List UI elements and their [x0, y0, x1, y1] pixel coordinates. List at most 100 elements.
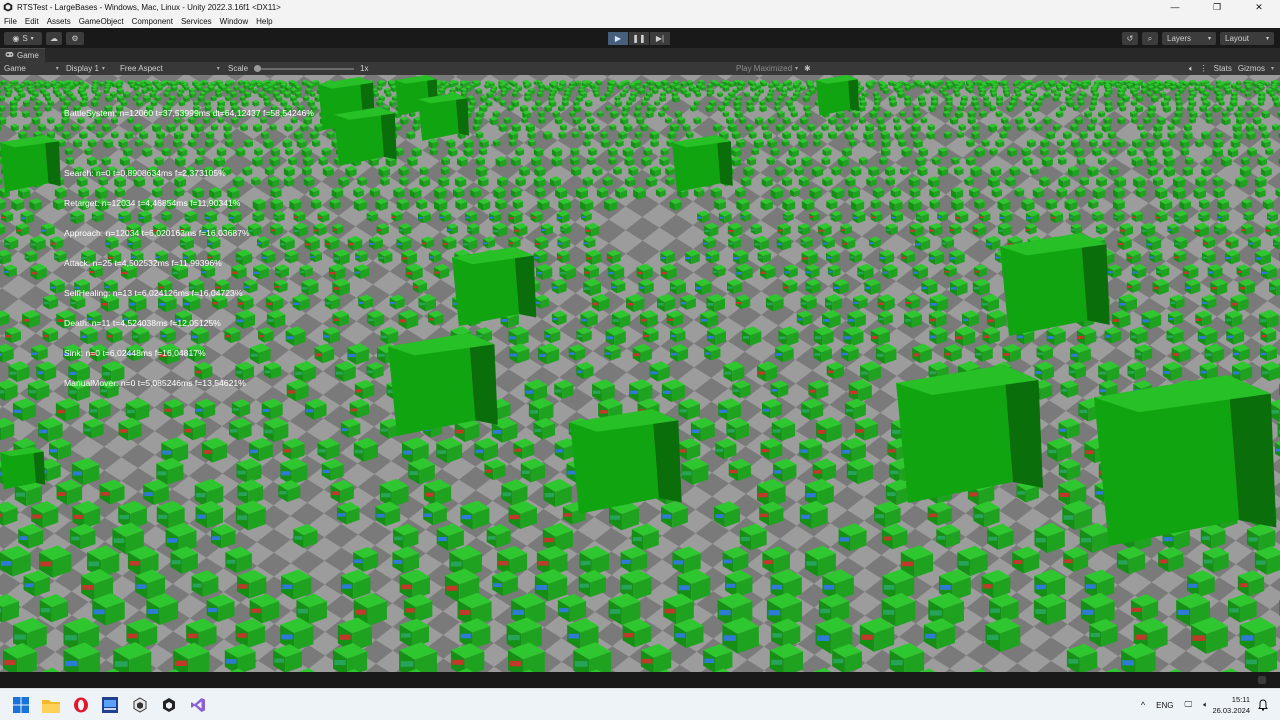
stat-attack: Attack: n=25 t=4,502532ms f=11,99396%: [64, 258, 222, 268]
account-icon: ◉: [12, 34, 20, 43]
language-indicator[interactable]: ENG: [1156, 701, 1173, 710]
chevron-down-icon: ▾: [101, 66, 105, 72]
system-tray: ^ ENG 🖵︎ 🔈︎: [1141, 689, 1208, 720]
view-mode-label: Game: [4, 64, 26, 73]
menu-component[interactable]: Component: [132, 17, 173, 26]
windows-start-icon[interactable]: [12, 696, 30, 714]
play-icon: ▶: [614, 34, 622, 43]
search-button[interactable]: ⌕: [1142, 32, 1158, 45]
window-title: RTSTest - LargeBases - Windows, Mac, Lin…: [17, 2, 281, 12]
taskbar: ^ ENG 🖵︎ 🔈︎ 15:11 26.03.2024: [0, 688, 1280, 720]
stat-battle-system: BattleSystem: n=12060 t=37,53999ms dt=64…: [64, 108, 314, 118]
status-indicator-icon: [1258, 676, 1266, 684]
close-button[interactable]: ✕: [1238, 0, 1280, 14]
status-bar: [0, 672, 1280, 688]
stat-search: Search: n=0 t=0,8908634ms f=2,373105%: [64, 168, 226, 178]
mute-audio-icon[interactable]: 🔈︎: [1189, 64, 1194, 74]
stats-overlay: BattleSystem: n=12060 t=37,53999ms dt=64…: [0, 75, 1280, 672]
display-dropdown[interactable]: Display 1 ▾: [66, 64, 105, 73]
tab-game-label: Game: [17, 51, 39, 60]
game-toolbar: Game ▾ Display 1 ▾ Free Aspect ▾ Scale 1…: [0, 62, 1280, 75]
layers-dropdown[interactable]: Layers ▾: [1162, 32, 1216, 45]
gizmos-toggle[interactable]: Gizmos: [1238, 64, 1265, 73]
menu-help[interactable]: Help: [256, 17, 272, 26]
view-mode-dropdown[interactable]: Game ▾: [4, 64, 59, 73]
stat-retarget: Retarget: n=12034 t=4,46854ms f=11,90341…: [64, 198, 241, 208]
display-label: Display 1: [66, 64, 99, 73]
menu-bar: File Edit Assets GameObject Component Se…: [0, 14, 1280, 28]
file-explorer-icon[interactable]: [42, 696, 60, 714]
tab-strip: Game: [0, 48, 1280, 62]
opera-browser-icon[interactable]: [72, 696, 90, 714]
minimize-button[interactable]: —: [1154, 0, 1196, 14]
step-button[interactable]: ▶|: [650, 32, 670, 45]
chevron-down-icon: ▾: [795, 66, 799, 72]
history-icon: ↺: [1126, 34, 1134, 43]
layout-dropdown[interactable]: Layout ▾: [1220, 32, 1274, 45]
layers-label: Layers: [1167, 34, 1192, 43]
chevron-down-icon: ▾: [30, 36, 34, 42]
pause-icon: ❚❚: [632, 34, 646, 43]
chevron-down-icon: ▾: [55, 66, 59, 72]
bug-icon[interactable]: ✱: [804, 64, 811, 73]
display-options-icon[interactable]: ⋮: [1200, 64, 1208, 73]
stats-toggle[interactable]: Stats: [1214, 64, 1232, 73]
unity-logo-icon: [3, 2, 13, 12]
stat-death: Death: n=11 t=4,524038ms f=12,05125%: [64, 318, 221, 328]
unity-editor-icon[interactable]: [160, 696, 178, 714]
main-toolbar: ◉ S ▾ ☁ ⚙ ▶ ❚❚ ▶| ↺ ⌕ Layers ▾ Layout ▾: [0, 28, 1280, 48]
menu-gameobject[interactable]: GameObject: [79, 17, 124, 26]
step-icon: ▶|: [655, 34, 665, 43]
search-icon: ⌕: [1147, 33, 1153, 43]
menu-edit[interactable]: Edit: [25, 17, 39, 26]
history-button[interactable]: ↺: [1122, 32, 1138, 45]
cloud-icon: ☁: [50, 34, 58, 43]
scale-slider[interactable]: [254, 64, 355, 72]
task-manager-icon[interactable]: [101, 696, 119, 714]
account-button[interactable]: ◉ S ▾: [4, 32, 42, 45]
scale-slider-handle[interactable]: [254, 64, 262, 72]
layout-label: Layout: [1225, 34, 1250, 43]
unity-hub-icon[interactable]: [131, 696, 149, 714]
chevron-down-icon: ▾: [216, 66, 220, 72]
stat-self-healing: SelfHealing: n=13 t=6,024126ms f=16,0472…: [64, 288, 243, 298]
chevron-down-icon: ▾: [1207, 36, 1211, 42]
settings-icon: ⚙: [71, 34, 79, 43]
stat-sink: Sink: n=0 t=6,02448ms f=16,04817%: [64, 348, 206, 358]
scale-control: Scale 1x: [228, 64, 368, 73]
maximize-button[interactable]: ❐: [1196, 0, 1238, 14]
volume-icon[interactable]: 🔈︎: [1203, 700, 1208, 710]
play-mode-label: Play Maximized: [736, 64, 793, 73]
account-label: S: [22, 34, 28, 43]
window-titlebar: RTSTest - LargeBases - Windows, Mac, Lin…: [0, 0, 1280, 14]
scale-value: 1x: [360, 64, 369, 73]
chevron-down-icon[interactable]: ▾: [1271, 65, 1274, 72]
visual-studio-icon[interactable]: [189, 696, 207, 714]
pause-button[interactable]: ❚❚: [629, 32, 649, 45]
network-icon[interactable]: 🖵︎: [1184, 700, 1192, 710]
game-viewport[interactable]: BattleSystem: n=12060 t=37,53999ms dt=64…: [0, 75, 1280, 672]
menu-file[interactable]: File: [4, 17, 17, 26]
aspect-dropdown[interactable]: Free Aspect ▾: [120, 64, 220, 73]
scale-label: Scale: [228, 64, 249, 73]
show-hidden-icons-icon[interactable]: ^: [1141, 700, 1145, 710]
clock-date: 26.03.2024: [1212, 706, 1250, 715]
tab-game[interactable]: Game: [0, 48, 45, 62]
play-mode-dropdown[interactable]: Play Maximized ▾ ✱: [736, 64, 811, 73]
play-button[interactable]: ▶: [608, 32, 628, 45]
menu-window[interactable]: Window: [220, 17, 248, 26]
cloud-button[interactable]: ☁: [46, 32, 62, 45]
clock-time: 15:11: [1231, 695, 1250, 704]
collab-button[interactable]: ⚙: [66, 32, 84, 45]
toolbar-right: ↺ ⌕ Layers ▾ Layout ▾: [1122, 32, 1274, 45]
stat-approach: Approach: n=12034 t=6,020163ms f=16,0368…: [64, 228, 250, 238]
taskbar-clock[interactable]: 15:11 26.03.2024: [1212, 694, 1250, 716]
menu-assets[interactable]: Assets: [47, 17, 71, 26]
menu-services[interactable]: Services: [181, 17, 212, 26]
stat-manual-mover: ManualMover: n=0 t=5,085246ms f=13,54621…: [64, 378, 246, 388]
play-controls: ▶ ❚❚ ▶|: [608, 32, 671, 45]
game-toolbar-right: 🔈︎ ⋮ Stats Gizmos ▾: [1189, 64, 1274, 74]
aspect-label: Free Aspect: [120, 64, 163, 73]
notification-bell-icon[interactable]: [1254, 696, 1272, 714]
gamepad-icon: [5, 51, 14, 60]
